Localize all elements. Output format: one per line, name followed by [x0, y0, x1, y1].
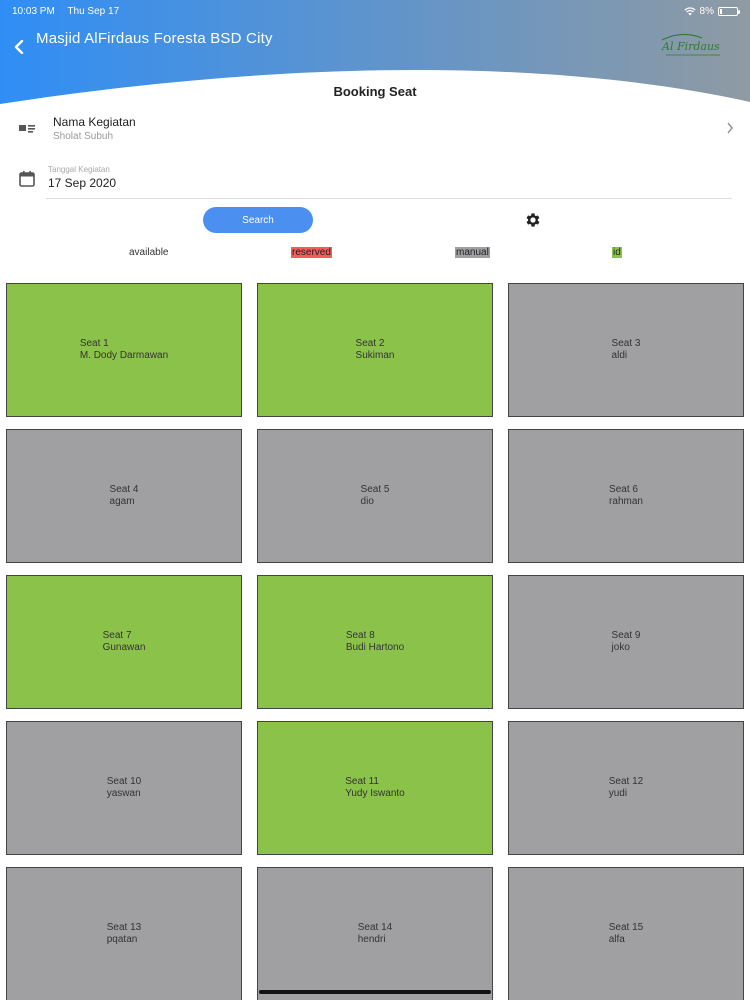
- seat-cell[interactable]: Seat 6 rahman: [508, 429, 744, 563]
- seat-occupant: yudi: [608, 788, 628, 799]
- seat-number: Seat 9: [611, 630, 641, 641]
- seat-occupant: pqatan: [106, 934, 138, 945]
- chevron-left-icon: [14, 40, 24, 54]
- seat-occupant: aldi: [611, 350, 628, 361]
- seat-cell[interactable]: Seat 2 Sukiman: [257, 283, 493, 417]
- seat-cell[interactable]: Seat 15 alfa: [508, 867, 744, 1000]
- seat-cell[interactable]: Seat 5 dio: [257, 429, 493, 563]
- seat-number: Seat 1: [79, 338, 109, 349]
- legend-id: id: [612, 247, 622, 258]
- status-bar: 10:03 PM Thu Sep 17 8%: [12, 4, 740, 18]
- seat-occupant: Gunawan: [102, 642, 146, 653]
- legend-reserved: reserved: [291, 247, 332, 258]
- seat-occupant: Yudy Iswanto: [345, 788, 405, 799]
- battery-icon: [718, 6, 740, 16]
- seat-number: Seat 14: [357, 922, 393, 933]
- seat-number: Seat 15: [608, 922, 644, 933]
- seat-number: Seat 12: [608, 776, 644, 787]
- seat-cell[interactable]: Seat 13 pqatan: [6, 867, 242, 1000]
- header-title: Masjid AlFirdaus Foresta BSD City: [36, 30, 273, 47]
- seat-cell[interactable]: Seat 4 agam: [6, 429, 242, 563]
- event-value: Sholat Subuh: [53, 131, 114, 142]
- seat-cell[interactable]: Seat 11 Yudy Iswanto: [257, 721, 493, 855]
- date-field[interactable]: Tanggal Kegiatan 17 Sep 2020: [0, 160, 750, 200]
- seat-cell[interactable]: Seat 3 aldi: [508, 283, 744, 417]
- app-logo: Al Firdaus: [658, 28, 724, 60]
- search-button[interactable]: Search: [203, 207, 313, 233]
- seat-occupant: alfa: [608, 934, 625, 945]
- seat-number: Seat 5: [360, 484, 390, 495]
- legend-available: available: [129, 247, 169, 258]
- seat-cell[interactable]: Seat 1 M. Dody Darmawan: [6, 283, 242, 417]
- seat-cell[interactable]: Seat 12 yudi: [508, 721, 744, 855]
- seat-number: Seat 2: [355, 338, 385, 349]
- seat-occupant: dio: [360, 496, 374, 507]
- date-underline: [46, 198, 732, 199]
- date-label: Tanggal Kegiatan: [48, 165, 110, 174]
- seat-number: Seat 8: [345, 630, 375, 641]
- seat-occupant: agam: [109, 496, 135, 507]
- gear-icon[interactable]: [524, 211, 542, 229]
- battery-percent: 8%: [699, 5, 714, 17]
- seat-cell[interactable]: Seat 9 joko: [508, 575, 744, 709]
- chevron-right-icon: [727, 122, 733, 134]
- seat-occupant: Budi Hartono: [345, 642, 405, 653]
- seat-legend: available reserved manual id: [0, 245, 750, 261]
- logo-text: Al Firdaus: [662, 40, 720, 53]
- event-selector[interactable]: Nama Kegiatan Sholat Subuh: [0, 110, 750, 150]
- seat-occupant: yaswan: [106, 788, 141, 799]
- seat-occupant: Sukiman: [355, 350, 395, 361]
- status-date: Thu Sep 17: [67, 5, 120, 17]
- seat-cell[interactable]: Seat 8 Budi Hartono: [257, 575, 493, 709]
- legend-manual: manual: [455, 247, 490, 258]
- page-title: Booking Seat: [333, 84, 417, 99]
- seat-number: Seat 13: [106, 922, 142, 933]
- seat-grid: Seat 1 M. Dody Darmawan Seat 2 Sukiman Sea…: [6, 283, 744, 1000]
- seat-occupant: rahman: [609, 496, 643, 507]
- seat-occupant: hendri: [357, 934, 386, 945]
- status-time: 10:03 PM: [12, 5, 55, 17]
- seat-cell[interactable]: Seat 14 hendri: [257, 867, 493, 1000]
- home-indicator: [259, 990, 491, 994]
- seat-occupant: M. Dody Darmawan: [79, 350, 169, 361]
- date-value: 17 Sep 2020: [48, 176, 117, 190]
- seat-occupant: joko: [611, 642, 630, 653]
- seat-number: Seat 4: [109, 484, 139, 495]
- id-card-icon: [19, 125, 35, 133]
- calendar-icon: [19, 171, 35, 187]
- seat-number: Seat 7: [102, 630, 132, 641]
- seat-cell[interactable]: Seat 10 yaswan: [6, 721, 242, 855]
- seat-cell[interactable]: Seat 7 Gunawan: [6, 575, 242, 709]
- seat-number: Seat 11: [345, 776, 379, 787]
- seat-number: Seat 3: [611, 338, 641, 349]
- seat-number: Seat 6: [609, 484, 638, 495]
- wifi-icon: [683, 6, 696, 15]
- seat-number: Seat 10: [106, 776, 142, 787]
- back-button[interactable]: [10, 36, 28, 58]
- event-label: Nama Kegiatan: [53, 115, 136, 129]
